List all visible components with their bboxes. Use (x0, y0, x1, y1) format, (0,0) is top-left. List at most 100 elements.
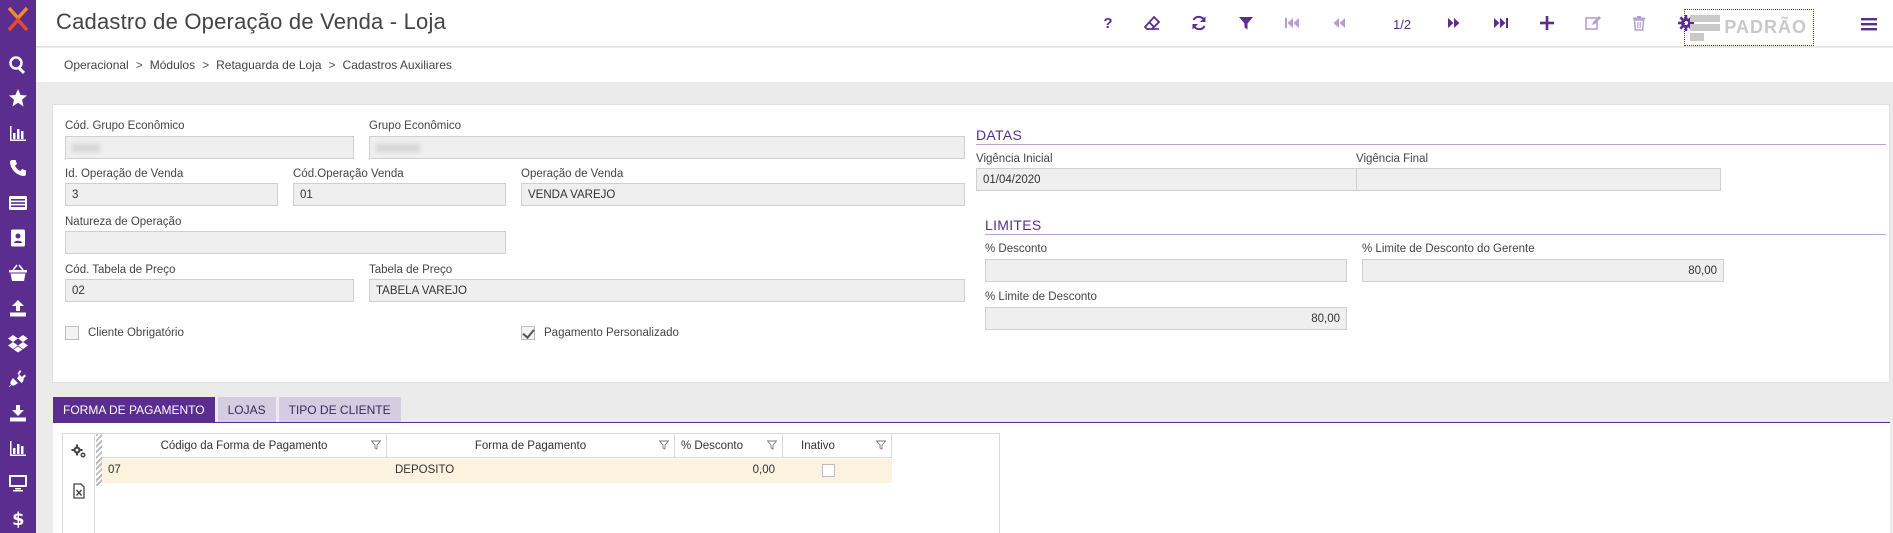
grid-header-inativo-label: Inativo (801, 439, 835, 452)
padrao-profile-button[interactable]: PADRÃO (1684, 9, 1814, 46)
padrao-logo-icon (1690, 15, 1720, 41)
operacao-venda-field[interactable]: VENDA VAREJO (521, 183, 965, 206)
column-filter-icon[interactable] (659, 440, 669, 450)
phone-icon[interactable] (7, 157, 29, 179)
breadcrumb-separator: > (328, 58, 336, 72)
operacao-venda-label: Operação de Venda (521, 168, 624, 180)
desconto-field[interactable] (985, 259, 1347, 282)
desconto-label: % Desconto (985, 243, 1048, 255)
tabela-preco-field[interactable]: TABELA VAREJO (369, 279, 965, 302)
limite-gerente-field[interactable]: 80,00 (1362, 259, 1724, 282)
hamburger-menu-icon (1861, 18, 1877, 31)
cliente-obrigatorio-checkbox[interactable] (65, 326, 79, 340)
grid-header-inativo[interactable]: Inativo (783, 434, 892, 458)
natureza-operacao-label: Natureza de Operação (65, 216, 182, 228)
header-bar: Cadastro de Operação de Venda - Loja ? 1… (36, 0, 1893, 47)
svg-text:$: $ (12, 509, 25, 528)
cod-operacao-venda-field[interactable]: 01 (293, 183, 506, 206)
cod-operacao-venda-label: Cód.Operação Venda (293, 168, 404, 180)
tab-lojas[interactable]: LOJAS (217, 397, 276, 422)
bar-chart-icon[interactable] (7, 122, 29, 144)
vigencia-inicial-label: Vigência Inicial (976, 153, 1053, 165)
excel-export-icon[interactable] (71, 483, 87, 499)
grid-header-codigo[interactable]: Código da Forma de Pagamento (102, 434, 387, 458)
bar-chart-icon[interactable] (7, 437, 29, 459)
contact-card-icon[interactable] (7, 227, 29, 249)
datas-divider (976, 144, 1886, 145)
page-title: Cadastro de Operação de Venda - Loja (56, 9, 447, 34)
grid-panel: Código da Forma de Pagamento Forma de Pa… (53, 423, 1890, 533)
grid-settings-icon[interactable] (71, 443, 87, 459)
dropbox-icon[interactable] (7, 332, 29, 354)
next-record-button[interactable] (1443, 12, 1465, 34)
breadcrumb-item-modulos[interactable]: Módulos (150, 58, 195, 72)
id-operacao-venda-field[interactable]: 3 (65, 183, 278, 206)
cell-desconto: 0,00 (752, 464, 775, 476)
breadcrumb-item-cadastros[interactable]: Cadastros Auxiliares (343, 58, 452, 72)
cod-tabela-preco-field[interactable]: 02 (65, 279, 354, 302)
id-operacao-venda-label: Id. Operação de Venda (65, 168, 184, 180)
last-record-icon (1494, 18, 1508, 28)
cod-tabela-preco-label: Cód. Tabela de Preço (65, 264, 176, 276)
list-icon[interactable] (7, 192, 29, 214)
add-button[interactable] (1536, 12, 1558, 34)
star-icon[interactable] (7, 87, 29, 109)
previous-record-icon (1333, 18, 1345, 28)
column-filter-icon[interactable] (876, 440, 886, 450)
limite-desconto-label: % Limite de Desconto (985, 291, 1097, 303)
pagamento-personalizado-checkbox[interactable] (521, 326, 535, 340)
pagamento-personalizado-label: Pagamento Personalizado (544, 327, 679, 339)
delete-button[interactable] (1628, 12, 1650, 34)
breadcrumb-item-operacional[interactable]: Operacional (64, 58, 129, 72)
tab-forma-de-pagamento[interactable]: FORMA DE PAGAMENTO (53, 397, 215, 422)
cell-codigo: 07 (108, 464, 121, 476)
dollar-icon[interactable]: $ (7, 507, 29, 529)
edit-button[interactable] (1582, 12, 1604, 34)
column-filter-icon[interactable] (767, 440, 777, 450)
search-icon[interactable] (7, 54, 29, 76)
help-button[interactable]: ? (1097, 12, 1119, 34)
download-icon[interactable] (7, 402, 29, 424)
cod-grupo-economico-field[interactable] (65, 136, 354, 159)
cell-forma: DEPOSITO (395, 464, 455, 476)
grid-toolbar (62, 433, 95, 533)
grupo-economico-field[interactable] (369, 136, 965, 159)
refresh-button[interactable] (1188, 12, 1210, 34)
vigencia-final-label: Vigência Final (1356, 153, 1429, 165)
basket-icon[interactable] (7, 262, 29, 284)
breadcrumb-separator: > (135, 58, 143, 72)
monitor-icon[interactable] (7, 472, 29, 494)
clear-button[interactable] (1141, 12, 1163, 34)
redacted-value (376, 144, 420, 152)
grid-header-codigo-label: Código da Forma de Pagamento (160, 439, 328, 452)
tab-tipo-de-cliente[interactable]: TIPO DE CLIENTE (278, 397, 401, 422)
plug-icon[interactable] (7, 367, 29, 389)
add-icon (1540, 16, 1554, 30)
filter-button[interactable] (1235, 12, 1257, 34)
breadcrumb-separator: > (202, 58, 210, 72)
hamburger-menu-button[interactable] (1858, 13, 1880, 35)
logo-icon[interactable] (6, 6, 30, 32)
last-record-button[interactable] (1490, 12, 1512, 34)
next-record-icon (1448, 18, 1460, 28)
column-filter-icon[interactable] (371, 440, 381, 450)
limite-desconto-field[interactable]: 80,00 (985, 307, 1347, 330)
previous-record-button[interactable] (1328, 12, 1350, 34)
breadcrumb-item-retaguarda[interactable]: Retaguarda de Loja (216, 58, 321, 72)
help-icon: ? (1103, 14, 1113, 32)
vigencia-final-field[interactable] (1356, 168, 1721, 191)
cell-inativo-checkbox[interactable] (822, 464, 835, 477)
first-record-button[interactable] (1281, 12, 1303, 34)
breadcrumb: Operacional > Módulos > Retaguarda de Loja > C… (64, 58, 452, 72)
grid-header-desconto-label: % Desconto (681, 439, 744, 452)
upload-icon[interactable] (7, 297, 29, 319)
grid-header-forma[interactable]: Forma de Pagamento (387, 434, 675, 458)
filter-icon (1239, 17, 1253, 30)
limites-divider (985, 234, 1886, 235)
vigencia-inicial-field[interactable]: 01/04/2020 (976, 168, 1395, 191)
natureza-operacao-field[interactable] (65, 231, 506, 254)
record-pager: 1/2 (1393, 17, 1412, 32)
cod-grupo-economico-label: Cód. Grupo Econômico (65, 120, 185, 132)
grid-header-desconto[interactable]: % Desconto (675, 434, 783, 458)
grupo-economico-label: Grupo Econômico (369, 120, 462, 132)
